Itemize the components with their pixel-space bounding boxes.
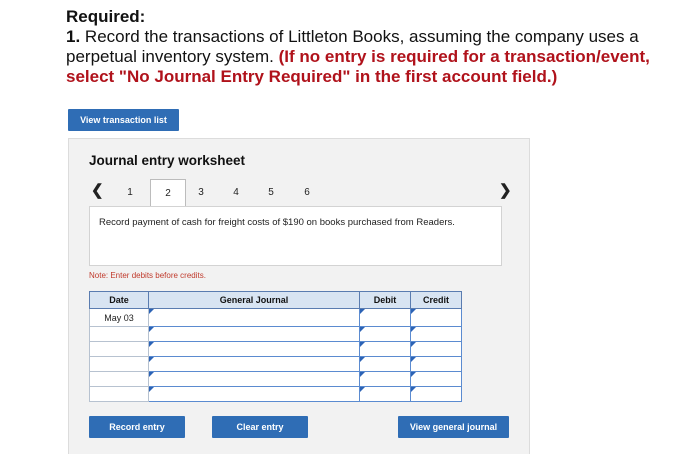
debit-field[interactable] <box>359 386 411 402</box>
column-header-debit: Debit <box>359 291 411 309</box>
tab-2[interactable]: 2 <box>150 179 186 207</box>
date-cell <box>89 326 149 342</box>
journal-table: Date General Journal Debit Credit May 03 <box>89 291 462 402</box>
debits-note: Note: Enter debits before credits. <box>89 271 206 280</box>
view-general-journal-button[interactable]: View general journal <box>398 416 509 438</box>
transaction-description-box: Record payment of cash for freight costs… <box>89 206 502 266</box>
tab-1[interactable]: 1 <box>113 179 147 205</box>
date-cell <box>89 371 149 387</box>
column-header-general-journal: General Journal <box>148 291 360 309</box>
worksheet-tab-nav: ❮ 1 2 3 4 5 6 ❯ <box>87 179 512 207</box>
account-field[interactable] <box>148 308 360 327</box>
view-transaction-list-button[interactable]: View transaction list <box>68 109 179 131</box>
table-row: May 03 <box>89 308 462 327</box>
account-field[interactable] <box>148 371 360 387</box>
debit-field[interactable] <box>359 356 411 372</box>
account-field[interactable] <box>148 326 360 342</box>
credit-field[interactable] <box>410 308 462 327</box>
date-cell <box>89 341 149 357</box>
account-field[interactable] <box>148 341 360 357</box>
instruction-number: 1. <box>66 27 81 46</box>
credit-field[interactable] <box>410 386 462 402</box>
tab-5[interactable]: 5 <box>254 179 288 205</box>
credit-field[interactable] <box>410 371 462 387</box>
table-row <box>89 371 462 387</box>
worksheet-title: Journal entry worksheet <box>89 153 246 168</box>
clear-entry-button[interactable]: Clear entry <box>212 416 308 438</box>
chevron-left-icon[interactable]: ❮ <box>91 181 104 199</box>
date-cell: May 03 <box>89 308 149 327</box>
account-field[interactable] <box>148 356 360 372</box>
credit-field[interactable] <box>410 356 462 372</box>
required-heading: Required: <box>66 7 146 26</box>
column-header-credit: Credit <box>410 291 462 309</box>
column-header-date: Date <box>89 291 149 309</box>
debit-field[interactable] <box>359 308 411 327</box>
table-row <box>89 326 462 342</box>
transaction-description: Record payment of cash for freight costs… <box>99 217 455 228</box>
account-field[interactable] <box>148 386 360 402</box>
debit-field[interactable] <box>359 326 411 342</box>
table-row <box>89 356 462 372</box>
required-instruction: 1. Record the transactions of Littleton … <box>66 27 686 87</box>
tab-6[interactable]: 6 <box>290 179 324 205</box>
debit-field[interactable] <box>359 371 411 387</box>
table-row <box>89 386 462 402</box>
date-cell <box>89 356 149 372</box>
credit-field[interactable] <box>410 341 462 357</box>
chevron-right-icon[interactable]: ❯ <box>499 181 512 199</box>
credit-field[interactable] <box>410 326 462 342</box>
journal-entry-worksheet-panel: Journal entry worksheet ❮ 1 2 3 4 5 6 ❯ … <box>68 138 530 454</box>
tab-4[interactable]: 4 <box>219 179 253 205</box>
tab-3[interactable]: 3 <box>184 179 218 205</box>
table-row <box>89 341 462 357</box>
record-entry-button[interactable]: Record entry <box>89 416 185 438</box>
date-cell <box>89 386 149 402</box>
debit-field[interactable] <box>359 341 411 357</box>
